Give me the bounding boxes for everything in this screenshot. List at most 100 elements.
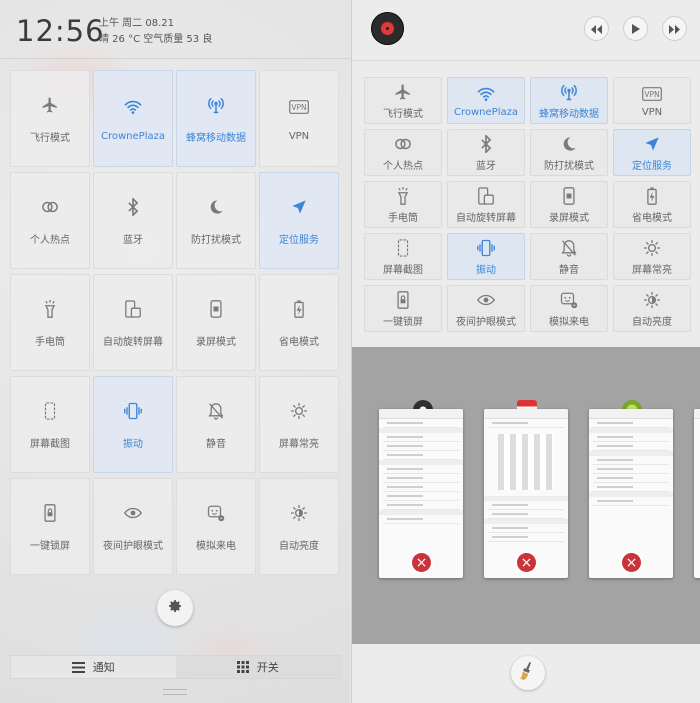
- tab-notifications[interactable]: 通知: [11, 656, 176, 678]
- moon-icon: [204, 195, 228, 219]
- mute-icon: [204, 399, 228, 423]
- toggle-screenshot[interactable]: 屏幕截图: [364, 233, 442, 280]
- toggle-bluetooth[interactable]: 蓝牙: [447, 129, 525, 176]
- location-icon: [287, 195, 311, 219]
- toggle-hotspot[interactable]: 个人热点: [10, 172, 90, 269]
- toggle-fake-call[interactable]: 模拟来电: [176, 478, 256, 575]
- fake-call-icon: [559, 290, 579, 310]
- toggle-label: 自动旋转屏幕: [103, 337, 163, 348]
- drag-handle[interactable]: [163, 689, 187, 695]
- bluetooth-icon: [121, 195, 145, 219]
- tab-switches[interactable]: 开关: [175, 656, 340, 678]
- toggle-eye[interactable]: 夜间护眼模式: [447, 285, 525, 332]
- toggle-moon[interactable]: 防打扰模式: [176, 172, 256, 269]
- toggle-cellular[interactable]: 蜂窝移动数据: [176, 70, 256, 167]
- card-row: [488, 419, 564, 428]
- auto-brightness-icon: [287, 501, 311, 525]
- toggle-location[interactable]: 定位服务: [259, 172, 339, 269]
- card-row: [488, 501, 564, 510]
- music-disc-icon[interactable]: [371, 12, 404, 45]
- recent-app-card[interactable]: ×: [589, 409, 673, 578]
- toggle-flashlight[interactable]: 手电筒: [364, 181, 442, 228]
- toggle-flashlight[interactable]: 手电筒: [10, 274, 90, 371]
- toggle-label: 个人热点: [383, 160, 423, 172]
- play-button[interactable]: [623, 16, 648, 41]
- brightness-icon: [287, 399, 311, 423]
- toggle-mute[interactable]: 静音: [530, 233, 608, 280]
- toggle-auto-brightness[interactable]: 自动亮度: [613, 285, 691, 332]
- toggle-auto-brightness[interactable]: 自动亮度: [259, 478, 339, 575]
- toggle-lock[interactable]: 一键锁屏: [10, 478, 90, 575]
- toggle-screenshot[interactable]: 屏幕截图: [10, 376, 90, 473]
- record-icon: [559, 186, 579, 206]
- toggle-label: 夜间护眼模式: [103, 541, 163, 552]
- card-row: [383, 483, 459, 492]
- toggle-record[interactable]: 录屏模式: [176, 274, 256, 371]
- toggle-label: 夜间护眼模式: [456, 316, 516, 328]
- tab-notifications-label: 通知: [92, 661, 115, 674]
- toggle-fake-call[interactable]: 模拟来电: [530, 285, 608, 332]
- toggle-vibrate[interactable]: 振动: [447, 233, 525, 280]
- hotspot-icon: [38, 195, 62, 219]
- flashlight-icon: [38, 297, 62, 321]
- toggle-vpn[interactable]: VPN VPN: [259, 70, 339, 167]
- lock-icon: [393, 290, 413, 310]
- toggle-brightness[interactable]: 屏幕常亮: [613, 233, 691, 280]
- close-card-button[interactable]: ×: [622, 553, 641, 572]
- toggle-label: 一键锁屏: [30, 541, 70, 552]
- control-center-panel: 12:56 上午 周二 08.21 晴 26 °C 空气质量 53 良 飞行模式…: [0, 0, 350, 703]
- toggle-wifi[interactable]: CrownePlaza: [447, 77, 525, 124]
- toggle-label: 振动: [476, 264, 496, 276]
- wifi-icon: [121, 95, 145, 119]
- toggle-label: 屏幕截图: [30, 439, 70, 450]
- toggle-grid-compact: 飞行模式 CrownePlaza 蜂窝移动数据 VPN VPN 个人热点 蓝牙 防打扰模式 定位…: [364, 77, 691, 332]
- broom-icon: [520, 662, 536, 684]
- toggle-label: 飞行模式: [30, 133, 70, 144]
- toggle-label: 防打扰模式: [191, 235, 241, 246]
- previous-button[interactable]: [584, 16, 609, 41]
- date-weather: 上午 周二 08.21 晴 26 °C 空气质量 53 良: [99, 16, 212, 48]
- toggle-label: CrownePlaza: [101, 131, 165, 142]
- close-card-button[interactable]: ×: [517, 553, 536, 572]
- toggle-label: 防打扰模式: [544, 160, 594, 172]
- toggle-bluetooth[interactable]: 蓝牙: [93, 172, 173, 269]
- lock-icon: [38, 501, 62, 525]
- flashlight-icon: [393, 186, 413, 206]
- toggle-wifi[interactable]: CrownePlaza: [93, 70, 173, 167]
- moon-icon: [559, 134, 579, 154]
- toggle-battery[interactable]: 省电模式: [613, 181, 691, 228]
- toggle-vpn[interactable]: VPN VPN: [613, 77, 691, 124]
- clear-all-button[interactable]: [511, 656, 545, 690]
- gear-icon: [167, 598, 183, 618]
- settings-button[interactable]: [157, 590, 193, 626]
- toggle-hotspot[interactable]: 个人热点: [364, 129, 442, 176]
- toggle-moon[interactable]: 防打扰模式: [530, 129, 608, 176]
- toggle-cellular[interactable]: 蜂窝移动数据: [530, 77, 608, 124]
- recent-app-card[interactable]: ×: [379, 409, 463, 578]
- toggle-vibrate[interactable]: 振动: [93, 376, 173, 473]
- toggle-eye[interactable]: 夜间护眼模式: [93, 478, 173, 575]
- close-card-button[interactable]: ×: [412, 553, 431, 572]
- battery-icon: [642, 186, 662, 206]
- hotspot-icon: [393, 134, 413, 154]
- toggle-lock[interactable]: 一键锁屏: [364, 285, 442, 332]
- toggle-label: 屏幕常亮: [632, 264, 672, 276]
- toggle-rotate[interactable]: 自动旋转屏幕: [447, 181, 525, 228]
- toggle-label: 振动: [123, 439, 143, 450]
- toggle-brightness[interactable]: 屏幕常亮: [259, 376, 339, 473]
- card-row: [383, 515, 459, 524]
- toggle-label: 录屏模式: [549, 212, 589, 224]
- toggle-label: 蜂窝移动数据: [539, 108, 599, 120]
- recent-app-card[interactable]: [694, 409, 700, 578]
- toggle-airplane[interactable]: 飞行模式: [10, 70, 90, 167]
- next-button[interactable]: [662, 16, 687, 41]
- toggle-location[interactable]: 定位服务: [613, 129, 691, 176]
- recent-app-card[interactable]: ×: [484, 409, 568, 578]
- toggle-mute[interactable]: 静音: [176, 376, 256, 473]
- toggle-rotate[interactable]: 自动旋转屏幕: [93, 274, 173, 371]
- toggle-battery[interactable]: 省电模式: [259, 274, 339, 371]
- toggle-record[interactable]: 录屏模式: [530, 181, 608, 228]
- vibrate-icon: [121, 399, 145, 423]
- card-header: [484, 409, 568, 419]
- toggle-airplane[interactable]: 飞行模式: [364, 77, 442, 124]
